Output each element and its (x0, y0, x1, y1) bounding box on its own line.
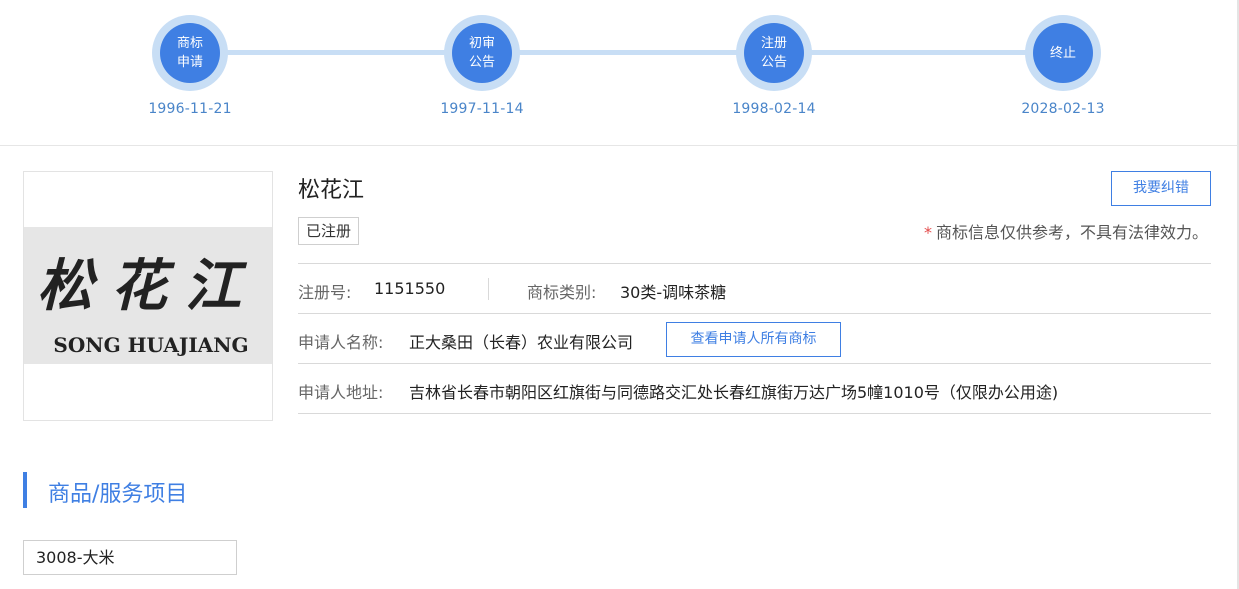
timeline-step-registration: 注册公告 1998-02-14 (714, 15, 834, 117)
registration-number-label: 注册号: (298, 283, 352, 302)
timeline-step-label: 商标申请 (176, 36, 203, 70)
timeline-step-halo: 商标申请 (152, 15, 228, 91)
trademark-class-label: 商标类别: (527, 283, 597, 302)
timeline-step-date: 1997-11-14 (440, 101, 524, 117)
applicant-address-label: 申请人地址: (298, 383, 384, 402)
timeline-step-label: 注册公告 (760, 36, 787, 70)
detail-row-applicant: 申请人名称: 正大桑田（长春）农业有限公司 查看申请人所有商标 (298, 313, 1211, 363)
report-error-button[interactable]: 我要纠错 (1111, 171, 1211, 206)
timeline-step-date: 2028-02-13 (1021, 101, 1105, 117)
asterisk-icon: * (923, 223, 932, 242)
view-applicant-trademarks-button[interactable]: 查看申请人所有商标 (666, 322, 841, 357)
logo-chinese-text: 松花江 (37, 253, 259, 319)
trademark-timeline: 商标申请 1996-11-21 初审公告 1997-11-14 注册公告 199… (0, 0, 1237, 146)
timeline-step-circle: 商标申请 (160, 23, 220, 83)
timeline-step-termination: 终止 2028-02-13 (1003, 15, 1123, 117)
section-accent-bar (23, 472, 27, 508)
timeline-step-halo: 注册公告 (736, 15, 812, 91)
timeline-step-date: 1998-02-14 (732, 101, 816, 117)
timeline-step-application: 商标申请 1996-11-21 (130, 15, 250, 117)
goods-item: 3008-大米 (23, 540, 237, 575)
trademark-logo-image: 松花江 SONG HUAJIANG (24, 227, 272, 364)
disclaimer: * 商标信息仅供参考，不具有法律效力。 (924, 219, 1208, 243)
timeline-step-label: 初审公告 (468, 36, 495, 70)
applicant-address-value: 吉林省长春市朝阳区红旗街与同德路交汇处长春红旗街万达广场5幢1010号（仅限办公… (409, 383, 1059, 402)
applicant-name-value: 正大桑田（长春）农业有限公司 (409, 333, 634, 352)
trademark-logo-frame: 松花江 SONG HUAJIANG (23, 171, 273, 421)
detail-row-address: 申请人地址: 吉林省长春市朝阳区红旗街与同德路交汇处长春红旗街万达广场5幢101… (298, 363, 1211, 414)
timeline-step-circle: 初审公告 (452, 23, 512, 83)
timeline-step-label: 终止 (1049, 45, 1076, 61)
disclaimer-text: 商标信息仅供参考，不具有法律效力。 (935, 223, 1208, 242)
timeline-track (190, 50, 1063, 55)
timeline-step-circle: 注册公告 (744, 23, 804, 83)
timeline-step-halo: 终止 (1025, 15, 1101, 91)
goods-section-title: 商品/服务项目 (48, 482, 188, 507)
timeline-step-halo: 初审公告 (444, 15, 520, 91)
timeline-step-circle: 终止 (1033, 23, 1093, 83)
row-divider (488, 278, 489, 300)
detail-row-registration: 注册号: 1151550 商标类别: 30类-调味茶糖 (298, 263, 1211, 313)
registration-number-value: 1151550 (374, 279, 446, 298)
trademark-class-value: 30类-调味茶糖 (620, 283, 727, 302)
trademark-name: 松花江 (298, 178, 365, 203)
timeline-step-preliminary: 初审公告 1997-11-14 (422, 15, 542, 117)
status-badge: 已注册 (298, 217, 360, 245)
applicant-name-label: 申请人名称: (298, 333, 384, 352)
logo-pinyin-text: SONG HUAJIANG (53, 333, 248, 357)
timeline-step-date: 1996-11-21 (148, 101, 232, 117)
